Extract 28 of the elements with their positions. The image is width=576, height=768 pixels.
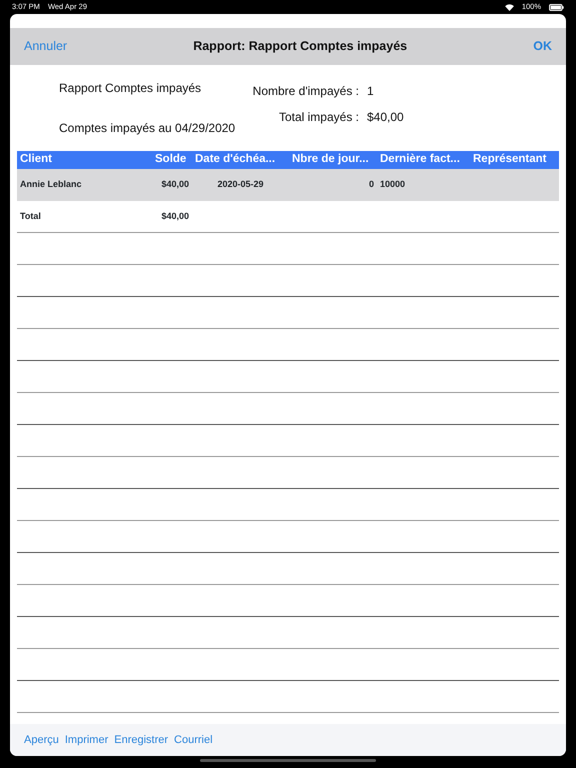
- report-name: Rapport Comptes impayés: [59, 80, 202, 97]
- summary-value: $40,00: [367, 109, 404, 126]
- cancel-button[interactable]: Annuler: [24, 37, 68, 56]
- column-header: Solde: [154, 152, 188, 168]
- column-header: Représentant: [472, 152, 548, 168]
- report-subtitle: Comptes impayés au 04/29/2020: [59, 120, 236, 137]
- toolbar-button[interactable]: Courriel: [174, 732, 213, 748]
- column-header: Client: [19, 152, 53, 168]
- column-header: Date d'échéa...: [194, 152, 276, 168]
- column-header: Nbre de jour...: [291, 152, 370, 168]
- battery-icon: [549, 4, 564, 10]
- total-cell-text: $40,00: [160, 210, 190, 223]
- table-cell-text: 0: [368, 178, 375, 192]
- summary-label: Nombre d'impayés :: [252, 83, 359, 100]
- toolbar-button[interactable]: Imprimer: [64, 732, 108, 748]
- wifi-icon: [504, 4, 514, 10]
- toolbar-button[interactable]: Enregistrer: [114, 732, 168, 748]
- table-cell-text: 10000: [379, 178, 406, 192]
- summary-value: 1: [367, 83, 374, 100]
- total-cell-text: Total: [19, 210, 42, 223]
- table-cell-text: Annie Leblanc: [19, 178, 83, 192]
- toolbar-button[interactable]: Aperçu: [24, 732, 59, 748]
- table-cell-text: $40,00: [160, 178, 190, 192]
- ok-button[interactable]: OK: [533, 37, 552, 56]
- table-cell-text: 2020-05-29: [216, 178, 265, 192]
- summary-label: Total impayés :: [278, 109, 359, 126]
- column-header: Dernière fact...: [379, 152, 461, 168]
- dialog-title: Rapport: Rapport Comptes impayés: [193, 38, 408, 56]
